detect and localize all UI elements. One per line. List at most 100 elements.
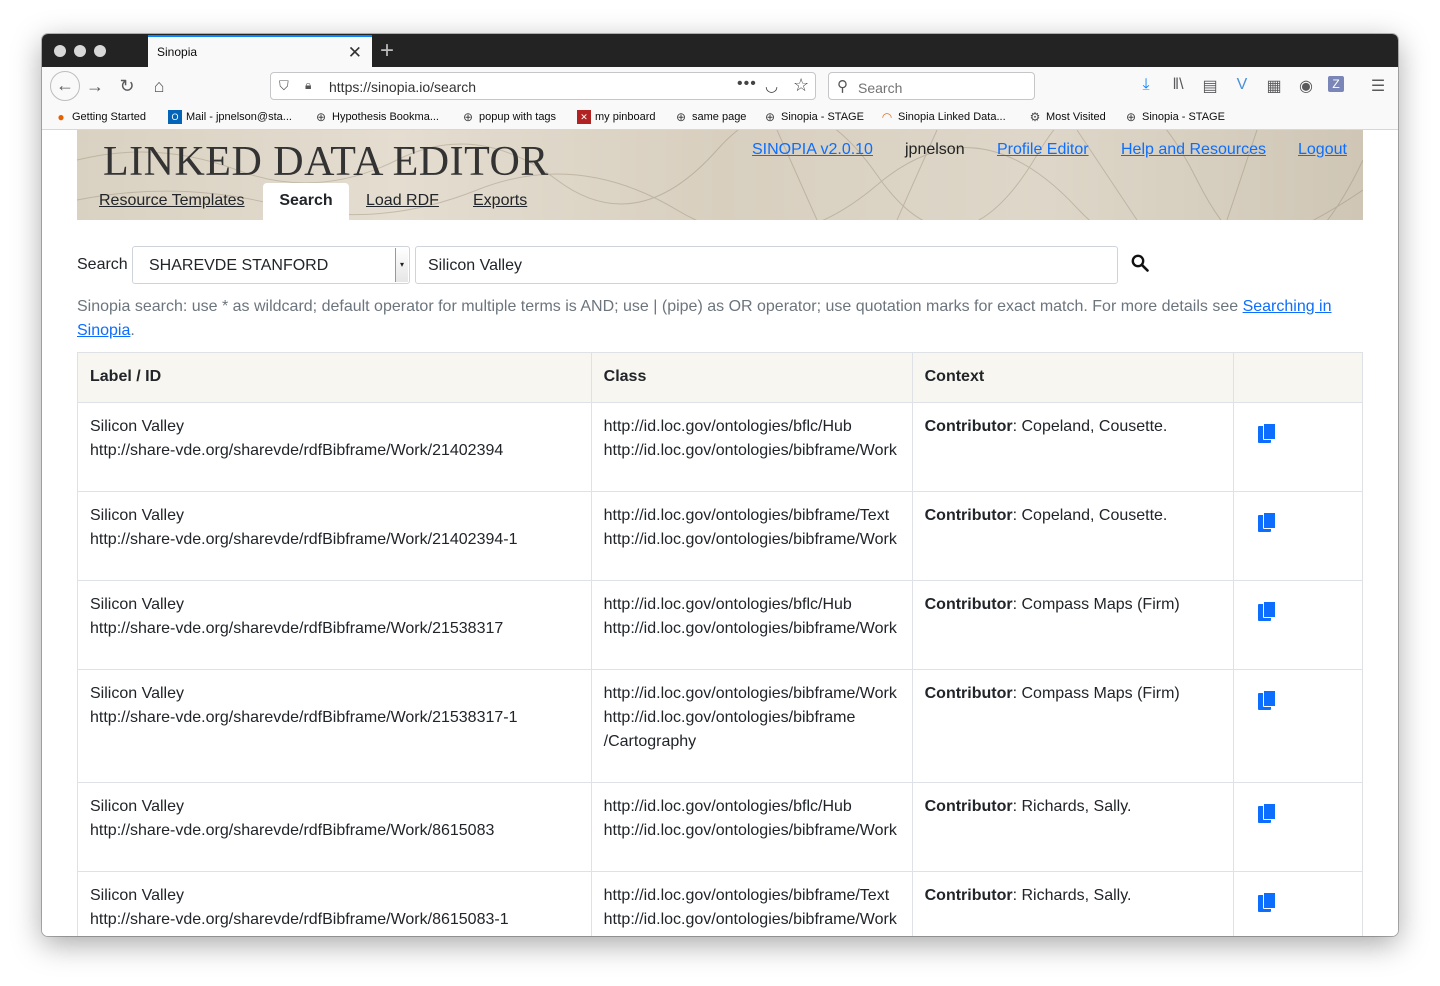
bookmark-star-icon[interactable]: ☆: [793, 75, 809, 96]
library-icon[interactable]: ‖\: [1168, 76, 1188, 94]
context-value: : Compass Maps (Firm): [1012, 596, 1180, 613]
version-link[interactable]: SINOPIA v2.0.10: [752, 141, 873, 159]
browser-tab[interactable]: Sinopia ✕: [148, 35, 372, 67]
resource-label: Silicon Valley: [90, 685, 184, 702]
menu-icon[interactable]: ☰: [1368, 76, 1388, 96]
context-key: Contributor: [924, 418, 1013, 435]
class-uri: http://id.loc.gov/ontologies/bibframe/Wo…: [603, 620, 897, 637]
copy-icon[interactable]: [1258, 601, 1277, 621]
pocket-icon[interactable]: ◡: [765, 77, 778, 95]
sinopia-icon: ◠: [881, 110, 893, 124]
url-text[interactable]: https://sinopia.io/search: [329, 79, 476, 95]
copy-icon[interactable]: [1258, 423, 1277, 443]
shield-icon[interactable]: ⛉: [279, 78, 289, 94]
tab-exports[interactable]: Exports: [473, 192, 527, 210]
label-id-cell: Silicon Valley http://share-vde.org/shar…: [77, 491, 592, 581]
bookmark-item[interactable]: ⊕ popup with tags: [461, 110, 556, 124]
table-row: Silicon Valley http://share-vde.org/shar…: [77, 402, 1363, 492]
search-form: Search SHAREVDE STANFORD ▾ Silicon Valle…: [77, 246, 1363, 284]
browser-window: Sinopia ✕ + ← → ↻ ⌂ ⛉ 🔒︎ https://sinopia…: [42, 34, 1398, 936]
search-icon[interactable]: [1131, 254, 1149, 277]
extension-v-icon[interactable]: V: [1232, 76, 1252, 94]
column-header: Context: [911, 352, 1235, 403]
new-tab-icon[interactable]: +: [380, 37, 394, 65]
chevron-down-icon[interactable]: ▾: [395, 248, 408, 282]
context-key: Contributor: [924, 798, 1013, 815]
class-uri: http://id.loc.gov/ontologies/bibframe/Wo…: [603, 822, 897, 839]
reload-icon[interactable]: ↻: [116, 75, 138, 97]
actions-cell: [1233, 782, 1363, 872]
window-controls: [54, 45, 106, 57]
bookmark-item[interactable]: ⊕ Sinopia - STAGE: [763, 110, 864, 124]
actions-cell: [1233, 669, 1363, 783]
bookmark-item[interactable]: ✕ my pinboard: [577, 110, 656, 124]
class-cell: http://id.loc.gov/ontologies/bibframe/Te…: [590, 871, 913, 936]
maximize-window-button[interactable]: [94, 45, 106, 57]
home-icon[interactable]: ⌂: [148, 75, 170, 97]
class-uri: http://id.loc.gov/ontologies/bibframe/Wo…: [603, 531, 897, 548]
sidebar-icon[interactable]: ▤: [1200, 76, 1220, 96]
resource-label: Silicon Valley: [90, 798, 184, 815]
context-key: Contributor: [924, 507, 1013, 524]
minimize-window-button[interactable]: [74, 45, 86, 57]
search-placeholder: Search: [858, 80, 903, 96]
username: jpnelson: [905, 141, 965, 158]
search-help: Sinopia search: use * as wildcard; defau…: [77, 298, 1332, 339]
tab-close-icon[interactable]: ✕: [348, 43, 362, 63]
table-row: Silicon Valley http://share-vde.org/shar…: [77, 871, 1363, 936]
bookmark-item[interactable]: ● Getting Started: [54, 110, 146, 124]
url-bar[interactable]: ⛉ 🔒︎ https://sinopia.io/search ••• ◡ ☆: [270, 72, 816, 100]
page-content: LINKED DATA EDITOR SINOPIA v2.0.10 jpnel…: [42, 130, 1398, 936]
tab-resource-templates[interactable]: Resource Templates: [99, 192, 245, 210]
context-value: : Compass Maps (Firm): [1012, 685, 1180, 702]
context-cell: Contributor: Richards, Sally.: [911, 871, 1235, 936]
browser-search-input[interactable]: ⚲ Search: [828, 72, 1035, 100]
tab-bar: Sinopia ✕ +: [42, 34, 1398, 67]
bookmark-item[interactable]: ⊕ same page: [674, 110, 746, 124]
search-input[interactable]: Silicon Valley: [415, 246, 1118, 284]
context-value: : Copeland, Cousette.: [1012, 418, 1168, 435]
resource-id: http://share-vde.org/sharevde/rdfBibfram…: [90, 709, 518, 726]
class-uri: http://id.loc.gov/ontologies/bibframe/Wo…: [603, 911, 897, 928]
close-window-button[interactable]: [54, 45, 66, 57]
globe-icon: ⊕: [1125, 110, 1137, 124]
tab-load-rdf[interactable]: Load RDF: [366, 192, 439, 210]
search-scope-select[interactable]: SHAREVDE STANFORD ▾: [132, 246, 410, 284]
table-row: Silicon Valley http://share-vde.org/shar…: [77, 491, 1363, 581]
account-icon[interactable]: ◉: [1296, 76, 1316, 96]
bookmark-item[interactable]: O Mail - jpnelson@sta...: [168, 110, 292, 124]
globe-icon: ⊕: [315, 110, 327, 124]
resource-id: http://share-vde.org/sharevde/rdfBibfram…: [90, 822, 495, 839]
bookmark-item[interactable]: ◠ Sinopia Linked Data...: [880, 110, 1006, 124]
class-uri: http://id.loc.gov/ontologies/bibframe/Wo…: [603, 442, 897, 459]
class-uri: /Cartography: [603, 733, 697, 750]
actions-cell: [1233, 871, 1363, 936]
more-dots-icon[interactable]: •••: [737, 75, 757, 93]
profile-editor-link[interactable]: Profile Editor: [997, 141, 1089, 159]
forward-arrow-icon[interactable]: →: [84, 75, 106, 97]
search-scope-value: SHAREVDE STANFORD: [149, 257, 329, 274]
logout-link[interactable]: Logout: [1298, 141, 1347, 159]
download-icon[interactable]: ⤓: [1136, 76, 1156, 94]
copy-icon[interactable]: [1258, 892, 1277, 912]
extension-grid-icon[interactable]: ▦: [1264, 76, 1284, 96]
label-id-cell: Silicon Valley http://share-vde.org/shar…: [77, 669, 592, 783]
bookmark-item[interactable]: ⊕ Sinopia - STAGE: [1124, 110, 1225, 124]
resource-label: Silicon Valley: [90, 887, 184, 904]
bookmark-item[interactable]: ⊕ Hypothesis Bookma...: [314, 110, 439, 124]
tab-search[interactable]: Search: [263, 183, 349, 220]
table-row: Silicon Valley http://share-vde.org/shar…: [77, 782, 1363, 872]
back-arrow-icon[interactable]: ←: [50, 71, 80, 101]
resource-id: http://share-vde.org/sharevde/rdfBibfram…: [90, 531, 518, 548]
copy-icon[interactable]: [1258, 803, 1277, 823]
copy-icon[interactable]: [1258, 512, 1277, 532]
search-label: Search: [77, 256, 128, 273]
help-link[interactable]: Help and Resources: [1121, 141, 1266, 159]
lock-icon[interactable]: 🔒︎: [305, 78, 311, 93]
actions-cell: [1233, 491, 1363, 581]
copy-icon[interactable]: [1258, 690, 1277, 710]
bookmark-item[interactable]: ⚙ Most Visited: [1028, 110, 1106, 124]
context-cell: Contributor: Compass Maps (Firm): [911, 580, 1235, 670]
zotero-icon[interactable]: Z: [1328, 76, 1344, 92]
context-value: : Richards, Sally.: [1012, 798, 1132, 815]
